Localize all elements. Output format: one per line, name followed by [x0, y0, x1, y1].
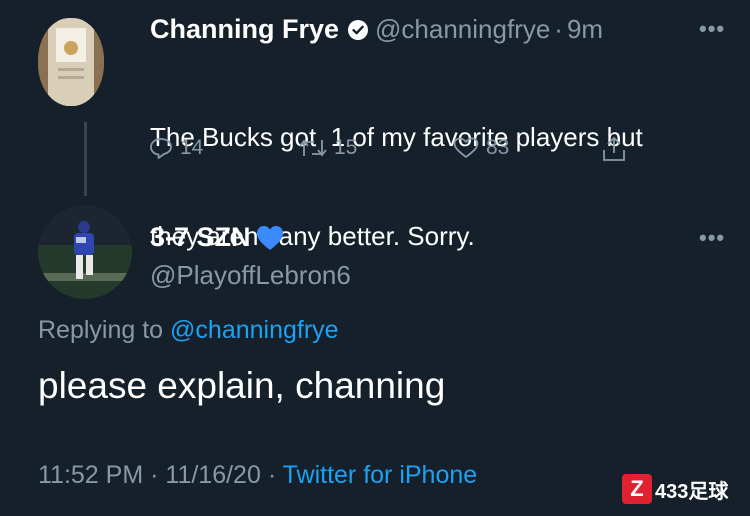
- like-icon: [452, 136, 480, 160]
- like-button[interactable]: 83: [452, 136, 509, 160]
- reply-icon: [148, 136, 174, 160]
- tweet-date[interactable]: 11/16/20: [165, 461, 260, 489]
- replying-to-link[interactable]: @channingfrye: [170, 316, 339, 344]
- avatar-bottle-image: [38, 18, 104, 106]
- reply-text: please explain, channing: [38, 365, 446, 406]
- meta-separator-1: ·: [150, 461, 159, 489]
- verified-badge-icon: [347, 19, 369, 41]
- meta-separator-2: ·: [267, 461, 277, 489]
- retweet-icon: [298, 136, 328, 160]
- watermark-text: 433足球: [655, 480, 729, 503]
- author-name[interactable]: Channing Frye: [150, 14, 339, 45]
- replying-to: Replying to @channingfrye: [38, 316, 339, 345]
- replying-prefix: Replying to: [38, 316, 171, 344]
- tweet-source-link[interactable]: Twitter for iPhone: [283, 461, 478, 489]
- share-icon: [600, 135, 628, 163]
- retweet-count: 15: [334, 136, 358, 159]
- tweet-time[interactable]: 9m: [567, 14, 603, 45]
- reply-author-name[interactable]: 3-7 SZN: [150, 222, 251, 253]
- like-count: 83: [486, 136, 510, 159]
- reply-button[interactable]: 14: [148, 136, 203, 160]
- thread-line: [84, 122, 87, 196]
- author-handle[interactable]: @channingfrye: [375, 14, 550, 45]
- reply-author-row: 3-7 SZN 💙: [150, 222, 285, 253]
- reply-author-handle[interactable]: @PlayoffLebron6: [150, 260, 351, 291]
- share-button[interactable]: [600, 135, 628, 168]
- tweet-timestamp[interactable]: 11:52 PM: [38, 461, 143, 489]
- tweet-text-line-1: The Bucks got 1 of my favorite players b…: [150, 122, 643, 152]
- tweet-header: Channing Frye @channingfrye · 9m: [150, 14, 603, 45]
- watermark-badge: Z: [622, 474, 652, 504]
- blue-heart-emoji: [255, 224, 285, 252]
- separator-dot: ·: [554, 14, 563, 44]
- more-icon[interactable]: •••: [699, 16, 725, 42]
- tweet-meta: 11:52 PM · 11/16/20 · Twitter for iPhone: [38, 461, 477, 490]
- channing-avatar[interactable]: [38, 18, 104, 106]
- reply-count: 14: [180, 136, 204, 159]
- avatar-football-image: [38, 205, 132, 299]
- reply-more-icon[interactable]: •••: [699, 225, 725, 251]
- reply-avatar[interactable]: [38, 205, 132, 299]
- watermark: Z 433足球: [622, 474, 728, 504]
- retweet-button[interactable]: 15: [298, 136, 357, 160]
